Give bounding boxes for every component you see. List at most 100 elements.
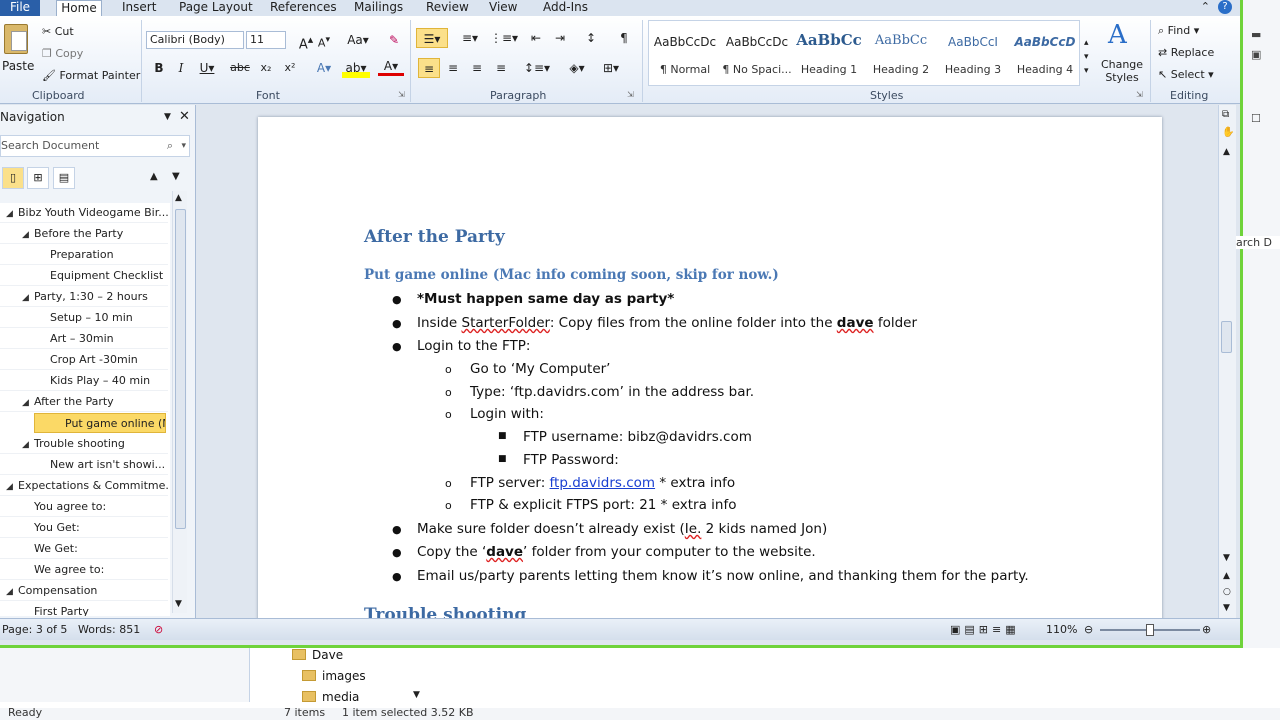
nav-heading-item[interactable]: ◢ Party, 1:30 – 2 hours	[0, 287, 168, 307]
nav-heading-item[interactable]: First Party	[0, 602, 168, 616]
show-hide-marks-icon[interactable]: ¶	[614, 28, 634, 48]
collapse-triangle-icon[interactable]: ◢	[22, 288, 34, 306]
underline-icon[interactable]: U▾	[196, 58, 218, 78]
select-button[interactable]: ↖ Select ▾	[1158, 68, 1214, 81]
tab-view[interactable]: View	[489, 0, 517, 16]
results-view-icon[interactable]: ▤	[53, 167, 75, 189]
align-left-icon[interactable]: ≡	[418, 58, 440, 78]
style-no-spacing[interactable]: AaBbCcDc ¶ No Spaci...	[721, 21, 793, 85]
copy-button[interactable]: ❐ Copy	[42, 47, 83, 60]
nav-heading-item[interactable]: New art isn't showi...	[0, 455, 168, 475]
nav-heading-item[interactable]: ◢ Before the Party	[0, 224, 168, 244]
ruler-toggle-icon[interactable]: ⧉	[1222, 109, 1229, 120]
style-heading-4[interactable]: AaBbCcD Heading 4	[1009, 21, 1081, 85]
paste-button[interactable]: Paste	[2, 59, 34, 73]
view-buttons-icon[interactable]: ▣▤⊞≡▦	[950, 619, 1020, 641]
zoom-in-icon[interactable]: ⊕	[1202, 619, 1211, 641]
nav-heading-item[interactable]: We agree to:	[0, 560, 168, 580]
nav-heading-item[interactable]: Crop Art -30min	[0, 350, 168, 370]
ftp-server-link[interactable]: ftp.davidrs.com	[550, 475, 656, 491]
cut-button[interactable]: ✂ Cut	[42, 25, 74, 38]
nav-heading-item[interactable]: ◢ Trouble shooting	[0, 434, 168, 454]
document-scrollbar[interactable]: ⧉ ✋ ▲ ▼ ▲ ○ ▼	[1218, 105, 1236, 618]
folder-images[interactable]: images	[302, 667, 366, 685]
previous-page-icon[interactable]: ▲	[1223, 571, 1230, 581]
zoom-slider-thumb[interactable]	[1146, 624, 1154, 636]
zoom-out-icon[interactable]: ⊖	[1084, 619, 1093, 641]
next-page-icon[interactable]: ▼	[1223, 603, 1230, 613]
nav-heading-item[interactable]: ◢ Bibz Youth Videogame Bir...	[0, 203, 168, 223]
collapse-triangle-icon[interactable]: ◢	[22, 393, 34, 411]
browse-object-icon[interactable]: ○	[1223, 587, 1231, 597]
tab-mailings[interactable]: Mailings	[354, 0, 403, 16]
nav-scrollbar[interactable]: ▲ ▼	[172, 191, 187, 613]
change-case-icon[interactable]: Aa▾	[344, 30, 372, 50]
nav-heading-item[interactable]: You Get:	[0, 518, 168, 538]
tab-home[interactable]: Home	[56, 0, 102, 17]
numbering-icon[interactable]: ≡▾	[454, 28, 486, 48]
nav-scroll-thumb[interactable]	[175, 209, 186, 529]
word-count[interactable]: Words: 851	[78, 619, 140, 641]
tab-review[interactable]: Review	[426, 0, 469, 16]
pan-icon[interactable]: ✋	[1222, 127, 1234, 138]
font-size-select[interactable]: 11	[246, 31, 286, 49]
multilevel-list-icon[interactable]: ⋮≡▾	[488, 28, 520, 48]
nav-menu-icon[interactable]: ▼	[164, 112, 171, 122]
line-spacing-icon[interactable]: ↕≡▾	[522, 58, 552, 78]
styles-scroll-icon[interactable]: ▴ ▾ ▾	[1084, 36, 1089, 78]
grow-font-icon[interactable]: A▴	[298, 30, 314, 52]
text-effects-icon[interactable]: A▾	[310, 58, 338, 78]
font-dialog-launcher-icon[interactable]: ⇲	[398, 90, 405, 99]
scroll-up-icon[interactable]: ▲	[175, 193, 182, 203]
find-button[interactable]: ⌕ Find ▾	[1158, 24, 1199, 38]
collapse-triangle-icon[interactable]: ◢	[22, 435, 34, 453]
font-color-icon[interactable]: A▾	[378, 58, 404, 76]
nav-close-icon[interactable]: ✕	[179, 109, 190, 124]
bold-icon[interactable]: B	[150, 58, 168, 78]
borders-icon[interactable]: ⊞▾	[596, 58, 626, 78]
change-styles-icon[interactable]: A	[1108, 20, 1127, 50]
nav-heading-item[interactable]: Art – 30min	[0, 329, 168, 349]
side-option-icon[interactable]: ☐	[1251, 112, 1261, 125]
search-dropdown-icon[interactable]: ▾	[181, 136, 186, 156]
tab-file[interactable]: File	[0, 0, 40, 16]
tab-page-layout[interactable]: Page Layout	[179, 0, 253, 16]
nav-heading-item[interactable]: Preparation	[0, 245, 168, 265]
align-center-icon[interactable]: ≡	[442, 58, 464, 78]
highlight-icon[interactable]: ab▾	[342, 58, 370, 78]
nav-search-input[interactable]: Search Document ⌕ ▾	[0, 135, 190, 157]
nav-heading-item[interactable]: ◢ After the Party	[0, 392, 168, 412]
tab-add-ins[interactable]: Add-Ins	[543, 0, 588, 16]
paragraph-dialog-launcher-icon[interactable]: ⇲	[627, 90, 634, 99]
nav-heading-item[interactable]: Equipment Checklist	[0, 266, 168, 286]
scroll-down-icon[interactable]: ▼	[413, 690, 420, 700]
decrease-indent-icon[interactable]: ⇤	[526, 28, 546, 48]
shading-icon[interactable]: ◈▾	[562, 58, 592, 78]
nav-heading-item[interactable]: ◢ Compensation	[0, 581, 168, 601]
minimize-ribbon-icon[interactable]: ⌃	[1201, 0, 1210, 14]
nav-heading-item[interactable]: Setup – 10 min	[0, 308, 168, 328]
shrink-font-icon[interactable]: A▾	[316, 30, 332, 50]
collapse-triangle-icon[interactable]: ◢	[22, 225, 34, 243]
search-icon[interactable]: ⌕	[167, 136, 173, 156]
pages-view-icon[interactable]: ⊞	[27, 167, 49, 189]
sort-icon[interactable]: ↕	[580, 28, 602, 48]
subscript-icon[interactable]: x₂	[256, 58, 276, 78]
nav-heading-item[interactable]: You agree to:	[0, 497, 168, 517]
minimize-icon[interactable]: ▬	[1251, 28, 1261, 41]
page-count[interactable]: Page: 3 of 5	[2, 619, 67, 641]
nav-heading-item[interactable]: Kids Play – 40 min	[0, 371, 168, 391]
nav-heading-item[interactable]: Put game online (M...	[34, 413, 166, 433]
style-heading-3[interactable]: AaBbCcI Heading 3	[937, 21, 1009, 85]
format-painter-button[interactable]: 🖌 Format Painter	[42, 69, 140, 82]
clear-formatting-icon[interactable]: ✎	[384, 30, 404, 50]
scroll-down-icon[interactable]: ▼	[1223, 553, 1230, 563]
tab-insert[interactable]: Insert	[122, 0, 156, 16]
document-scroll-thumb[interactable]	[1221, 321, 1232, 353]
collapse-triangle-icon[interactable]: ◢	[6, 204, 18, 222]
font-family-select[interactable]: Calibri (Body)	[146, 31, 244, 49]
document-page[interactable]: After the Party Put game online (Mac inf…	[258, 117, 1162, 618]
style-heading-1[interactable]: AaBbCc Heading 1	[793, 21, 865, 85]
help-icon[interactable]: ?	[1218, 0, 1232, 14]
superscript-icon[interactable]: x²	[280, 58, 300, 78]
